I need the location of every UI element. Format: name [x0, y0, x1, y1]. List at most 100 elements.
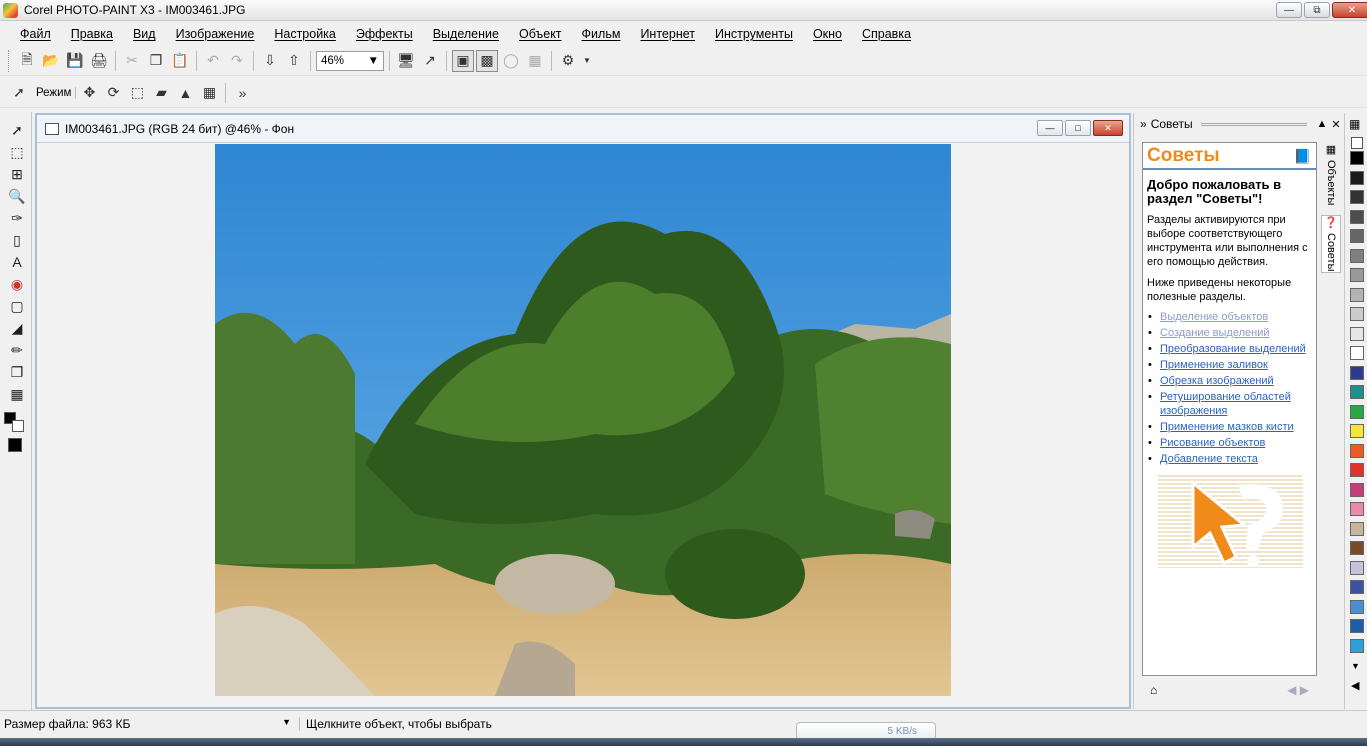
- pick-tool-icon[interactable]: ➚: [7, 120, 27, 140]
- open-icon[interactable]: 📂: [40, 50, 62, 72]
- forward-arrow-icon[interactable]: ▶: [1300, 683, 1309, 697]
- zoom-select[interactable]: 46% ▼: [316, 50, 384, 71]
- application-launcher-icon[interactable]: ⚙: [557, 50, 579, 72]
- color-swatch[interactable]: [1350, 599, 1364, 614]
- menu-edit[interactable]: Правка: [61, 27, 123, 41]
- color-swatch[interactable]: [1350, 307, 1364, 321]
- color-swatch[interactable]: [1350, 580, 1364, 594]
- back-arrow-icon[interactable]: ◀: [1287, 683, 1296, 697]
- color-swatch[interactable]: [1350, 502, 1364, 516]
- mask-overlay-icon[interactable]: ◯: [500, 50, 522, 72]
- no-color-swatch[interactable]: [1351, 137, 1363, 149]
- copy-icon[interactable]: ❐: [145, 50, 167, 72]
- eraser-tool-icon[interactable]: ▯: [7, 230, 27, 250]
- color-swatch[interactable]: [1350, 268, 1364, 282]
- position-mode-icon[interactable]: ✥: [78, 82, 100, 104]
- image-canvas[interactable]: [215, 144, 951, 696]
- color-swatch[interactable]: [1350, 365, 1364, 380]
- paper-color-swatch[interactable]: [12, 420, 24, 432]
- show-mask-icon[interactable]: ▣: [452, 49, 474, 72]
- crop-tool-icon[interactable]: ⊞: [7, 164, 27, 184]
- fill-color-swatch[interactable]: [8, 438, 22, 452]
- launcher-dropdown-icon[interactable]: ▼: [581, 50, 593, 72]
- import-icon[interactable]: ⇩: [259, 50, 281, 72]
- menu-mask[interactable]: Выделение: [423, 27, 509, 41]
- color-swatch[interactable]: [1350, 326, 1364, 341]
- color-swatch[interactable]: [1350, 170, 1364, 185]
- interactive-tool-icon[interactable]: ▦: [7, 384, 27, 404]
- palette-scroll-down-icon[interactable]: ▼: [1351, 661, 1360, 671]
- tip-link-transform-masks[interactable]: Преобразование выделений: [1160, 343, 1306, 355]
- doc-minimize-button[interactable]: —: [1037, 120, 1063, 136]
- redo-icon[interactable]: ↷: [226, 50, 248, 72]
- color-swatch[interactable]: [1350, 287, 1364, 302]
- menu-help[interactable]: Справка: [852, 27, 921, 41]
- color-swatch[interactable]: [1350, 346, 1364, 360]
- undo-icon[interactable]: ↶: [202, 50, 224, 72]
- zoom-tool-icon[interactable]: 🔍: [7, 186, 27, 206]
- eyedropper-tool-icon[interactable]: ✑: [7, 208, 27, 228]
- rotate-mode-icon[interactable]: ⟳: [102, 82, 124, 104]
- more-options-icon[interactable]: »: [231, 82, 253, 104]
- tip-link-retouch-areas[interactable]: Ретуширование областей изображения: [1160, 391, 1291, 417]
- tip-link-create-masks[interactable]: Создание выделений: [1160, 327, 1270, 339]
- paste-icon[interactable]: 📋: [169, 50, 191, 72]
- launch-icon[interactable]: ↗: [419, 50, 441, 72]
- color-swatch[interactable]: [1350, 190, 1364, 204]
- close-button[interactable]: ✕: [1332, 2, 1367, 18]
- color-swatch[interactable]: [1350, 619, 1364, 633]
- menu-object[interactable]: Объект: [509, 27, 572, 41]
- toolbar-grip[interactable]: [8, 49, 11, 72]
- collapse-arrow-icon[interactable]: ▲: [1315, 118, 1329, 130]
- color-swatch[interactable]: [1350, 151, 1364, 165]
- menu-web[interactable]: Интернет: [630, 27, 705, 41]
- menu-image[interactable]: Изображение: [166, 27, 265, 41]
- menu-effects[interactable]: Эффекты: [346, 27, 423, 41]
- full-screen-icon[interactable]: 🖥: [395, 50, 417, 72]
- menu-movie[interactable]: Фильм: [572, 27, 631, 41]
- red-eye-tool-icon[interactable]: ◉: [7, 274, 27, 294]
- show-object-icon[interactable]: ▩: [476, 49, 498, 72]
- new-icon[interactable]: 🗎: [16, 50, 38, 72]
- distort-mode-icon[interactable]: ▲: [174, 82, 196, 104]
- text-tool-icon[interactable]: A: [7, 252, 27, 272]
- color-swatch[interactable]: [1350, 638, 1364, 653]
- book-icon[interactable]: 📘: [1294, 148, 1311, 165]
- color-swatch[interactable]: [1350, 560, 1364, 575]
- palette-expand-icon[interactable]: ◀: [1351, 679, 1359, 692]
- palette-options-icon[interactable]: ▦: [1349, 117, 1360, 131]
- color-swatch[interactable]: [1350, 209, 1364, 224]
- color-swatch[interactable]: [1350, 463, 1364, 477]
- tip-link-draw-objects[interactable]: Рисование объектов: [1160, 437, 1265, 449]
- paint-tool-icon[interactable]: ✏: [7, 340, 27, 360]
- export-icon[interactable]: ⇧: [283, 50, 305, 72]
- scale-mode-icon[interactable]: ⬚: [126, 82, 148, 104]
- menu-tools[interactable]: Инструменты: [705, 27, 803, 41]
- color-swatch[interactable]: [1350, 443, 1364, 458]
- lock-mask-icon[interactable]: ▦: [524, 50, 546, 72]
- tip-link-select-objects[interactable]: Выделение объектов: [1160, 311, 1268, 323]
- rectangle-tool-icon[interactable]: ▢: [7, 296, 27, 316]
- pick-tool-icon[interactable]: ➚: [8, 82, 30, 104]
- color-swatch[interactable]: [1350, 424, 1364, 438]
- tip-link-crop-images[interactable]: Обрезка изображений: [1160, 375, 1274, 387]
- status-dropdown-icon[interactable]: ▼: [282, 717, 291, 731]
- color-swatch[interactable]: [1350, 541, 1364, 555]
- menu-file[interactable]: Файл: [10, 27, 61, 41]
- color-swatch[interactable]: [1350, 385, 1364, 399]
- perspective-mode-icon[interactable]: ▦: [198, 82, 220, 104]
- save-icon[interactable]: 💾: [64, 50, 86, 72]
- tip-link-brush-strokes[interactable]: Применение мазков кисти: [1160, 421, 1294, 433]
- menu-window[interactable]: Окно: [803, 27, 852, 41]
- fill-tool-icon[interactable]: ◢: [7, 318, 27, 338]
- menu-adjust[interactable]: Настройка: [264, 27, 346, 41]
- home-icon[interactable]: ⌂: [1150, 683, 1157, 697]
- restore-button[interactable]: ⧉: [1304, 2, 1330, 18]
- color-swatch[interactable]: [1350, 521, 1364, 536]
- color-swatch[interactable]: [1350, 404, 1364, 419]
- tip-link-add-text[interactable]: Добавление текста: [1160, 453, 1258, 465]
- cut-icon[interactable]: ✂: [121, 50, 143, 72]
- color-swatch[interactable]: [1350, 482, 1364, 497]
- tab-objects[interactable]: ▦ Объекты: [1321, 143, 1341, 205]
- rectangle-mask-icon[interactable]: ⬚: [7, 142, 27, 162]
